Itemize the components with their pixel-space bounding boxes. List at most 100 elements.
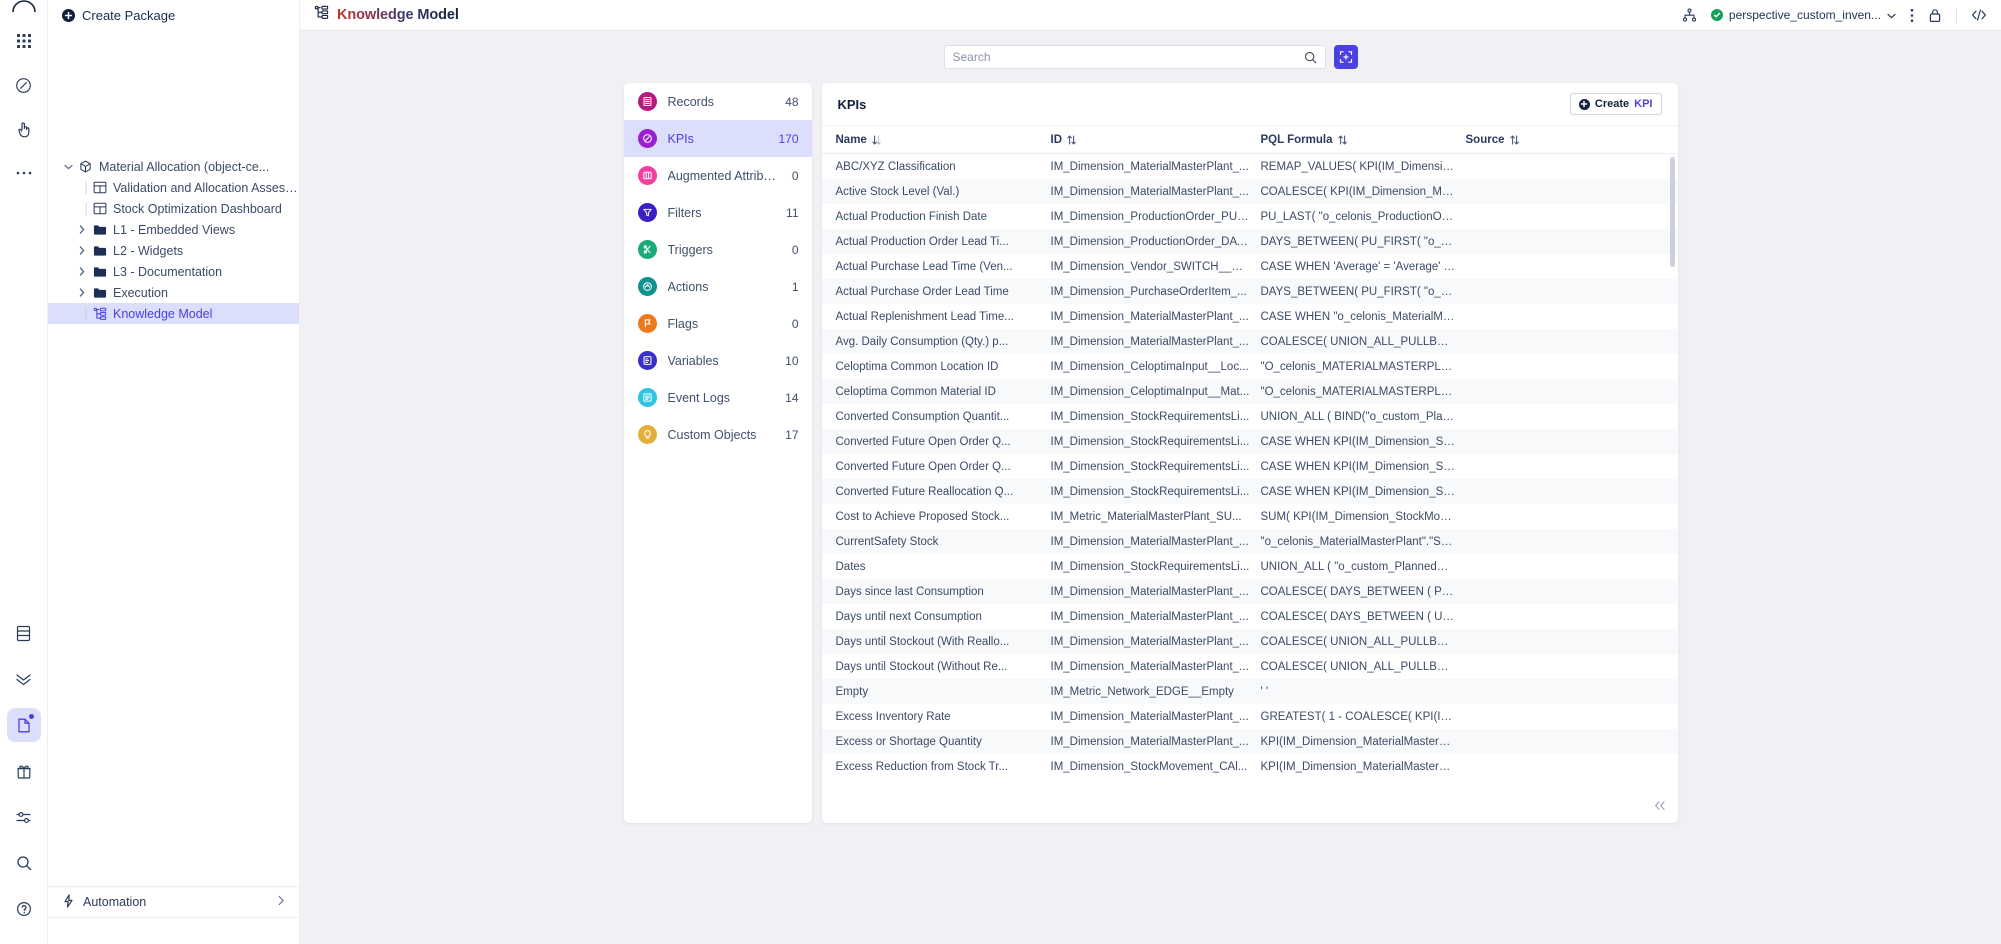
category-item-event-logs[interactable]: Event Logs 14 [624, 379, 812, 416]
cell-pql: GREATEST( 1 - COALESCE( KPI(IM_... [1260, 710, 1456, 723]
create-kpi-button[interactable]: Create KPI [1569, 93, 1662, 115]
category-item-variables[interactable]: Variables 10 [624, 342, 812, 379]
table-row[interactable]: Days until Stockout (Without Re... IM_Dim… [822, 654, 1678, 679]
table-row[interactable]: ABC/XYZ Classification IM_Dimension_Mater… [822, 154, 1678, 179]
table-row[interactable]: CurrentSafety Stock IM_Dimension_Material… [821, 529, 1678, 554]
table-row[interactable]: Active Stock Level (Val.) IM_Dimension_Ma… [821, 179, 1678, 204]
table-row[interactable]: Celoptima Common Material ID IM_Dimension… [821, 379, 1678, 404]
tree-item-l3-documentation[interactable]: L3 - Documentation [48, 261, 299, 282]
table-row[interactable]: Converted Future Reallocation Q... IM_Dim… [821, 479, 1678, 504]
category-item-kpis[interactable]: KPIs 170 [623, 120, 812, 157]
table-row[interactable]: Excess Reduction from Stock Tr... IM_Dime… [822, 754, 1678, 779]
chevrons-left-icon[interactable] [1653, 800, 1666, 813]
tree-guide-line: │ [83, 181, 90, 194]
column-header-name[interactable]: Name [826, 134, 1041, 146]
tree-item-stock-optimization-dashboard[interactable]: │ Stock Optimization Dashboard [48, 198, 299, 219]
gift-icon[interactable] [7, 754, 41, 788]
cell-pql: UNION_ALL ( BIND("o_custom_Plann... [1260, 410, 1456, 423]
table-row[interactable]: Converted Future Open Order Q... IM_Dimen… [821, 429, 1678, 454]
category-item-records[interactable]: Records 48 [624, 83, 812, 120]
table-row[interactable]: Days until Stockout (With Reallo... IM_Di… [821, 629, 1678, 654]
table-row[interactable]: Days until next Consumption IM_Dimension_… [822, 604, 1678, 629]
database-icon[interactable] [7, 616, 41, 650]
table-row[interactable]: Empty IM_Metric_Network_EDGE__Empty ' ' [821, 679, 1678, 704]
table-row[interactable]: Days since last Consumption IM_Dimension_… [821, 579, 1678, 604]
more-vertical-icon[interactable] [1910, 8, 1914, 23]
table-row[interactable]: Excess or Shortage Quantity IM_Dimension_… [821, 729, 1678, 754]
apps-grid-icon[interactable] [7, 24, 41, 58]
table-row[interactable]: Actual Production Order Lead Ti... IM_Dim… [821, 229, 1678, 254]
tree-item-validation-and-allocation-assess[interactable]: │ Validation and Allocation Assess... [48, 177, 299, 198]
search-input[interactable] [952, 50, 1304, 64]
notification-dot [28, 714, 34, 719]
category-item-actions[interactable]: Actions 1 [624, 268, 812, 305]
tree-item-l1-embedded-views[interactable]: L1 - Embedded Views [48, 219, 299, 240]
help-circle-icon[interactable] [7, 892, 41, 926]
category-item-custom-objects[interactable]: Custom Objects 17 [624, 416, 812, 453]
table-row[interactable]: Avg. Daily Consumption (Qty.) p... IM_Dim… [821, 329, 1678, 354]
celonis-logo-icon[interactable] [7, 0, 41, 14]
table-row[interactable]: Converted Consumption Quantit... IM_Dimen… [822, 404, 1678, 429]
vertical-scrollbar[interactable] [1669, 157, 1675, 267]
table-row[interactable]: Actual Purchase Lead Time (Ven... IM_Dime… [822, 254, 1678, 279]
package-sidebar: Create Package Material Allocation (obje… [48, 0, 300, 944]
sort-desc-icon[interactable] [872, 134, 881, 145]
tree-item-l2-widgets[interactable]: L2 - Widgets [48, 240, 299, 261]
cell-name: Actual Production Finish Date [835, 210, 988, 223]
category-count: 0 [791, 316, 799, 331]
cell-id: IM_Dimension_StockMovement_CAl... [1050, 760, 1248, 773]
cell-id: IM_Metric_MaterialMasterPlant_SU... [1050, 510, 1242, 523]
expand-selection-icon[interactable] [1333, 45, 1358, 69]
package-icon[interactable] [6, 708, 41, 742]
category-count: 10 [785, 353, 799, 368]
table-row[interactable]: Actual Purchase Order Lead Time IM_Dimens… [821, 279, 1678, 304]
table-row[interactable]: Cost to Achieve Proposed Stock... IM_Metr… [822, 504, 1678, 529]
category-item-augmented-attributes[interactable]: Augmented Attributes 0 [624, 157, 812, 194]
table-row[interactable]: Excess Inventory Rate IM_Dimension_Materi… [822, 704, 1678, 729]
more-horizontal-icon[interactable] [7, 156, 41, 190]
column-header-id[interactable]: ID [1041, 134, 1251, 146]
category-item-triggers[interactable]: Triggers 0 [624, 231, 812, 268]
main-area: Knowledge Model perspective_custom_inven… [300, 0, 2001, 944]
column-header-pql-formula[interactable]: PQL Formula [1251, 134, 1456, 146]
search-box[interactable] [943, 45, 1326, 69]
table-row[interactable]: Dates IM_Dimension_StockRequirementsLi...… [822, 554, 1678, 579]
category-item-flags[interactable]: Flags 0 [624, 305, 812, 342]
space-selector[interactable]: perspective_custom_inven... [1710, 8, 1896, 22]
table-row[interactable]: Actual Replenishment Lead Time... IM_Dime… [822, 304, 1678, 329]
hand-pointer-icon[interactable] [7, 112, 41, 146]
merge-arrows-icon[interactable] [7, 662, 41, 696]
tree-item-knowledge-model[interactable]: │ Knowledge Model [48, 303, 299, 324]
table-row[interactable]: Converted Future Open Order Q... IM_Dimen… [822, 454, 1678, 479]
sliders-icon[interactable] [7, 800, 41, 834]
automation-bolt-icon [62, 893, 75, 911]
search-icon[interactable] [7, 846, 41, 880]
tree-item-execution[interactable]: Execution [48, 282, 299, 303]
tree-item-label: Validation and Allocation Assess... [113, 180, 299, 195]
cell-pql: CASE WHEN KPI(IM_Dimension_Sto... [1260, 485, 1456, 498]
category-label: Custom Objects [667, 427, 757, 442]
compass-icon[interactable] [7, 68, 41, 102]
column-header-source[interactable]: Source [1456, 134, 1678, 146]
code-brackets-icon[interactable] [1971, 8, 1987, 22]
lock-icon[interactable] [1928, 8, 1942, 23]
cell-id: IM_Dimension_ProductionOrder_PUL... [1050, 210, 1251, 223]
table-row[interactable]: Celoptima Common Location ID IM_Dimension… [822, 354, 1678, 379]
cell-id: IM_Dimension_StockRequirementsLi... [1050, 560, 1250, 573]
rail-top-group [7, 0, 41, 190]
kpi-compass-icon [637, 129, 657, 148]
tree-item-material-allocation-object-ce[interactable]: Material Allocation (object-ce... [48, 156, 299, 177]
create-package-button[interactable]: Create Package [48, 0, 299, 30]
search-icon[interactable] [1304, 51, 1317, 64]
automation-bar[interactable]: Automation [48, 886, 299, 918]
automation-label: Automation [83, 895, 147, 909]
table-row[interactable]: Actual Production Finish Date IM_Dimensio… [822, 204, 1678, 229]
table-header-bar: KPIs Create KPI [821, 83, 1678, 126]
category-item-filters[interactable]: Filters 11 [624, 194, 812, 231]
sort-icon[interactable] [1337, 134, 1347, 145]
hierarchy-icon[interactable] [1682, 8, 1697, 23]
sort-icon[interactable] [1509, 134, 1519, 145]
cell-pql: COALESCE( DAYS_BETWEEN ( PU_L... [1260, 585, 1456, 598]
sort-icon[interactable] [1067, 134, 1076, 145]
cell-pql: DAYS_BETWEEN( PU_FIRST( "o_celo... [1260, 285, 1456, 298]
